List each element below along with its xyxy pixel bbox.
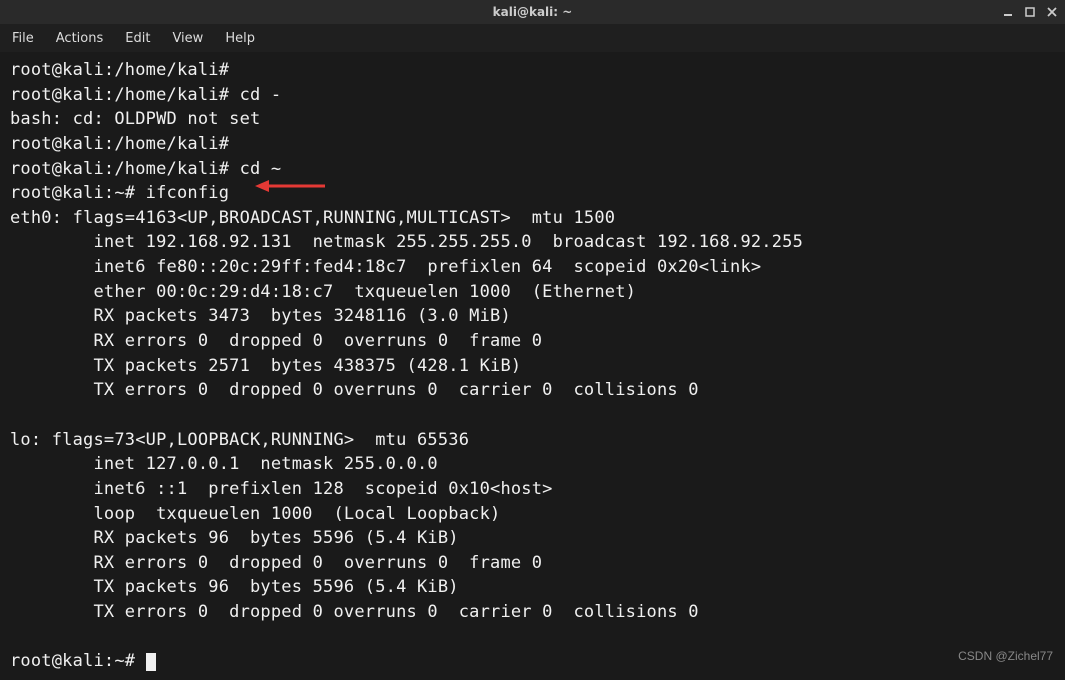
- terminal-line: eth0: flags=4163<UP,BROADCAST,RUNNING,MU…: [10, 208, 615, 228]
- menu-edit[interactable]: Edit: [125, 31, 150, 46]
- terminal-line: root@kali:/home/kali# cd -: [10, 85, 281, 105]
- close-icon[interactable]: [1045, 5, 1059, 19]
- menu-view[interactable]: View: [172, 31, 203, 46]
- menu-file[interactable]: File: [12, 31, 34, 46]
- window-titlebar: kali@kali: ~: [0, 0, 1065, 24]
- terminal-line: TX packets 2571 bytes 438375 (428.1 KiB): [10, 356, 521, 376]
- terminal-line: root@kali:/home/kali# cd ~: [10, 159, 281, 179]
- menubar: File Actions Edit View Help: [0, 24, 1065, 52]
- terminal-output[interactable]: root@kali:/home/kali# root@kali:/home/ka…: [0, 52, 1065, 680]
- terminal-line: inet 192.168.92.131 netmask 255.255.255.…: [10, 232, 803, 252]
- terminal-line: TX packets 96 bytes 5596 (5.4 KiB): [10, 577, 459, 597]
- menu-actions[interactable]: Actions: [56, 31, 104, 46]
- terminal-line: root@kali:/home/kali#: [10, 134, 229, 154]
- terminal-line: inet6 ::1 prefixlen 128 scopeid 0x10<hos…: [10, 479, 553, 499]
- terminal-prompt: root@kali:~#: [10, 651, 146, 671]
- terminal-line: inet6 fe80::20c:29ff:fed4:18c7 prefixlen…: [10, 257, 761, 277]
- terminal-line: root@kali:/home/kali#: [10, 60, 229, 80]
- watermark-text: CSDN @Zichel77: [958, 649, 1053, 663]
- maximize-icon[interactable]: [1023, 5, 1037, 19]
- terminal-line: loop txqueuelen 1000 (Local Loopback): [10, 504, 500, 524]
- terminal-line: TX errors 0 dropped 0 overruns 0 carrier…: [10, 380, 699, 400]
- terminal-line: RX packets 96 bytes 5596 (5.4 KiB): [10, 528, 459, 548]
- menu-help[interactable]: Help: [225, 31, 255, 46]
- terminal-line: ether 00:0c:29:d4:18:c7 txqueuelen 1000 …: [10, 282, 636, 302]
- minimize-icon[interactable]: [1001, 5, 1015, 19]
- terminal-line: RX errors 0 dropped 0 overruns 0 frame 0: [10, 331, 542, 351]
- terminal-line: RX errors 0 dropped 0 overruns 0 frame 0: [10, 553, 542, 573]
- window-title: kali@kali: ~: [493, 5, 573, 19]
- terminal-line: root@kali:~# ifconfig: [10, 183, 229, 203]
- terminal-line: lo: flags=73<UP,LOOPBACK,RUNNING> mtu 65…: [10, 430, 469, 450]
- terminal-line: TX errors 0 dropped 0 overruns 0 carrier…: [10, 602, 699, 622]
- window-controls: [1001, 5, 1059, 19]
- terminal-line: bash: cd: OLDPWD not set: [10, 109, 260, 129]
- terminal-line: inet 127.0.0.1 netmask 255.0.0.0: [10, 454, 438, 474]
- terminal-line: RX packets 3473 bytes 3248116 (3.0 MiB): [10, 306, 511, 326]
